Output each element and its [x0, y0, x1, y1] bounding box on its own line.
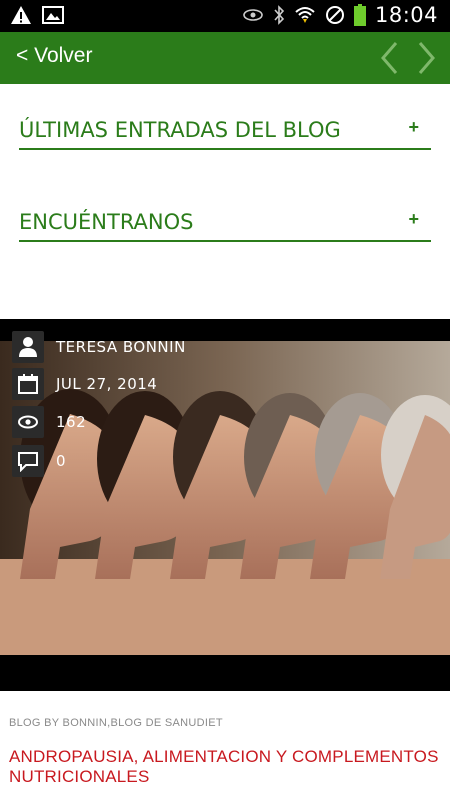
nav-arrows [378, 40, 438, 76]
eye-status-icon [243, 9, 263, 21]
battery-icon [353, 4, 366, 26]
section-find-us[interactable]: ENCUÉNTRANOS + [19, 198, 431, 242]
post-title[interactable]: ANDROPAUSIA, ALIMENTACION Y COMPLEMENTOS… [9, 747, 441, 787]
image-icon [42, 6, 64, 24]
view-count: 162 [56, 413, 87, 431]
warning-icon [11, 6, 31, 24]
next-arrow-icon[interactable] [416, 40, 438, 76]
status-bar: 18:04 [0, 0, 450, 32]
section-latest-posts[interactable]: ÚLTIMAS ENTRADAS DEL BLOG + [19, 106, 431, 150]
comment-count: 0 [56, 452, 67, 470]
comment-icon [12, 445, 44, 477]
expand-plus-icon[interactable]: + [408, 209, 419, 230]
expand-plus-icon[interactable]: + [408, 117, 419, 138]
post-date: JUL 27, 2014 [56, 375, 158, 393]
app-header: < Volver [0, 32, 450, 84]
eye-icon [12, 406, 44, 438]
author-name: TERESA BONNIN [56, 338, 186, 356]
calendar-icon [12, 368, 44, 400]
bluetooth-icon [274, 5, 285, 25]
views-row: 162 [12, 406, 86, 438]
section-find-us-label: ENCUÉNTRANOS [19, 210, 194, 234]
date-row: JUL 27, 2014 [12, 368, 157, 400]
section-latest-posts-label: ÚLTIMAS ENTRADAS DEL BLOG [19, 118, 341, 142]
post-category[interactable]: BLOG BY BONNIN,BLOG DE SANUDIET [9, 717, 223, 729]
blocked-icon [325, 6, 344, 24]
post-image[interactable]: TERESA BONNIN JUL 27, 2014 162 0 [0, 319, 450, 691]
comments-row: 0 [12, 445, 66, 477]
previous-arrow-icon[interactable] [378, 40, 400, 76]
back-button[interactable]: < Volver [16, 44, 92, 68]
wifi-icon [295, 7, 315, 23]
author-row: TERESA BONNIN [12, 331, 186, 363]
person-icon [12, 331, 44, 363]
clock: 18:04 [374, 3, 438, 27]
